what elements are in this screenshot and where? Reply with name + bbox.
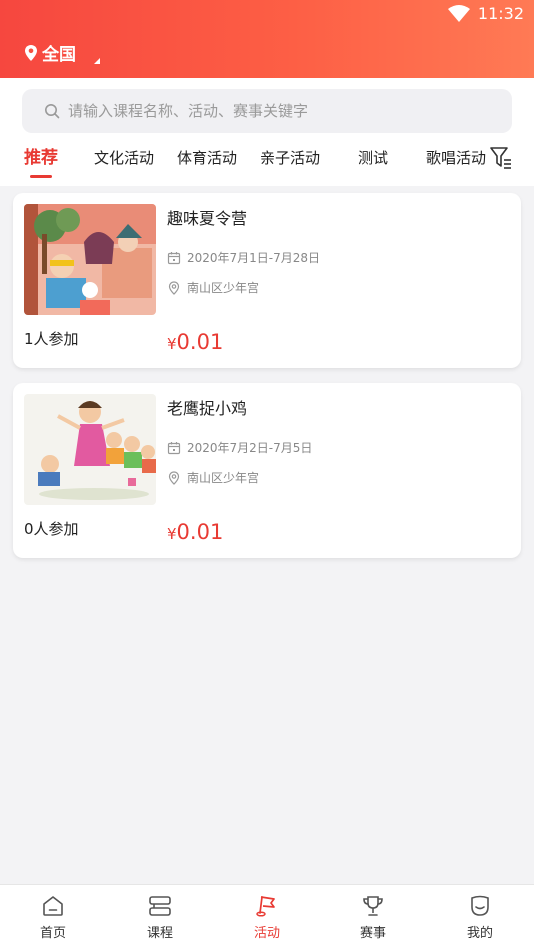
tab-singing[interactable]: 歌唱活动	[426, 144, 486, 180]
location-selector[interactable]: 全国	[24, 40, 100, 65]
participant-count: 0人参加	[24, 520, 79, 538]
nav-profile[interactable]: 我的	[440, 885, 520, 947]
nav-contests[interactable]: 赛事	[333, 885, 413, 947]
tab-label: 测试	[358, 149, 389, 167]
filter-icon[interactable]	[490, 146, 512, 170]
profile-icon	[471, 895, 489, 916]
currency-symbol: ¥	[167, 335, 177, 353]
home-icon	[43, 896, 63, 916]
currency-symbol: ¥	[167, 525, 177, 543]
activity-card[interactable]: 老鹰捉小鸡 2020年7月2日-7月5日 南山区少年宫 0人参加 ¥0.01	[13, 383, 521, 558]
active-tab-underline	[30, 175, 52, 178]
price-value: 0.01	[176, 330, 224, 354]
price-value: 0.01	[176, 520, 224, 544]
activity-location-row: 南山区少年宫	[167, 279, 259, 296]
course-icon	[149, 896, 171, 916]
nav-label: 我的	[466, 926, 493, 941]
activity-date-row: 2020年7月1日-7月28日	[167, 249, 320, 266]
location-pin-icon	[25, 44, 37, 61]
activity-card[interactable]: 趣味夏令营 2020年7月1日-7月28日 南山区少年宫 1人参加 ¥0.01	[13, 193, 521, 368]
nav-label: 课程	[146, 926, 173, 941]
tab-label: 推荐	[24, 148, 58, 168]
activity-location: 南山区少年宫	[187, 281, 260, 295]
search-icon	[45, 104, 60, 119]
nav-label: 活动	[253, 926, 280, 941]
activity-thumbnail	[24, 204, 156, 315]
tab-label: 文化活动	[94, 149, 155, 167]
tab-culture[interactable]: 文化活动	[94, 144, 154, 180]
nav-courses[interactable]: 课程	[120, 885, 200, 947]
activity-date-row: 2020年7月2日-7月5日	[167, 439, 312, 456]
activity-price: ¥0.01	[167, 520, 223, 544]
search-and-tabs: 推荐 文化活动 体育活动 亲子活动 测试 歌唱活动	[0, 78, 534, 186]
tab-label: 亲子活动	[260, 149, 321, 167]
location-label: 全国	[42, 45, 76, 65]
search-bar[interactable]	[22, 89, 512, 133]
tab-label: 体育活动	[177, 149, 238, 167]
tab-sports[interactable]: 体育活动	[177, 144, 237, 180]
location-outline-icon	[168, 470, 180, 485]
activity-flag-icon	[256, 896, 275, 917]
category-tabs: 推荐 文化活动 体育活动 亲子活动 测试 歌唱活动	[0, 144, 534, 184]
calendar-icon	[167, 441, 181, 454]
tab-test[interactable]: 测试	[358, 144, 388, 180]
tab-recommended[interactable]: 推荐	[24, 144, 58, 180]
search-input[interactable]	[68, 102, 488, 120]
nav-activities[interactable]: 活动	[227, 885, 307, 947]
wifi-icon	[448, 5, 470, 22]
bottom-navigation: 首页 课程 活动 赛事 我的	[0, 884, 534, 949]
activity-location: 南山区少年宫	[187, 471, 260, 485]
activity-price: ¥0.01	[167, 330, 223, 354]
status-time: 11:32	[477, 4, 524, 23]
activity-date: 2020年7月2日-7月5日	[187, 441, 313, 455]
nav-home[interactable]: 首页	[13, 885, 93, 947]
nav-label: 赛事	[359, 926, 386, 941]
activity-title: 趣味夏令营	[167, 209, 248, 228]
location-outline-icon	[168, 280, 180, 295]
activity-date: 2020年7月1日-7月28日	[187, 251, 321, 265]
tab-label: 歌唱活动	[426, 149, 487, 167]
app-header: 11:32 全国	[0, 0, 534, 78]
activity-thumbnail	[24, 394, 156, 505]
nav-label: 首页	[39, 926, 66, 941]
activity-title: 老鹰捉小鸡	[167, 399, 248, 418]
participant-count: 1人参加	[24, 330, 79, 348]
caret-down-icon	[94, 58, 100, 64]
status-bar: 11:32	[0, 0, 534, 30]
trophy-icon	[363, 896, 383, 916]
tab-parent-child[interactable]: 亲子活动	[260, 144, 320, 180]
calendar-icon	[167, 251, 181, 264]
activity-location-row: 南山区少年宫	[167, 469, 259, 486]
